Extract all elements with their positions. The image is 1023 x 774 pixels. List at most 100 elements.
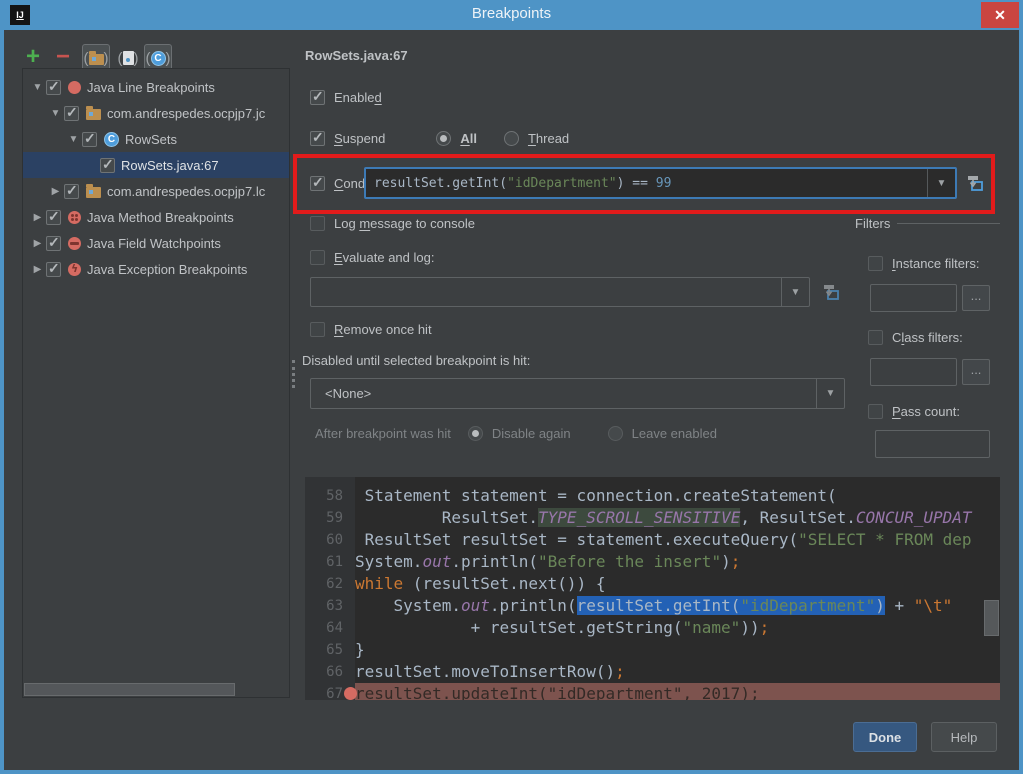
- suspend-checkbox[interactable]: [310, 131, 325, 146]
- dialog-title: Breakpoints: [0, 5, 1023, 22]
- tree-horizontal-scrollbar[interactable]: [24, 683, 235, 696]
- tree-item[interactable]: ▼com.andrespedes.ocpjp7.jc: [23, 100, 289, 126]
- code-line: 65}: [305, 639, 1000, 661]
- breakpoint-dot-icon[interactable]: [344, 687, 357, 700]
- tree-item[interactable]: ▶com.andrespedes.ocpjp7.lc: [23, 178, 289, 204]
- code-line: 58 Statement statement = connection.crea…: [305, 485, 1000, 507]
- code-vertical-scrollbar[interactable]: [984, 600, 999, 636]
- instance-filters-more-button[interactable]: ...: [962, 285, 990, 311]
- code-text: Statement statement = connection.createS…: [355, 485, 1000, 507]
- remove-once-hit-checkbox[interactable]: [310, 322, 325, 337]
- leave-enabled-radio[interactable]: [608, 426, 623, 441]
- class-filters-checkbox[interactable]: [868, 330, 883, 345]
- code-line: 59 ResultSet.TYPE_SCROLL_SENSITIVE, Resu…: [305, 507, 1000, 529]
- expand-editor-icon[interactable]: [818, 279, 844, 305]
- remove-once-hit-label: Remove once hit: [334, 322, 432, 337]
- class-filters-input[interactable]: [870, 358, 957, 386]
- tree-item[interactable]: ▼ Java Line Breakpoints: [23, 74, 289, 100]
- code-line: 60 ResultSet resultSet = statement.execu…: [305, 529, 1000, 551]
- field-watchpoint-icon: [68, 237, 81, 250]
- tree-item-label: Java Field Watchpoints: [87, 236, 221, 251]
- line-number[interactable]: 65: [305, 639, 355, 661]
- disabled-until-label: Disabled until selected breakpoint is hi…: [302, 353, 530, 368]
- splitter-handle[interactable]: [292, 360, 295, 388]
- chevron-collapsed-icon[interactable]: ▶: [29, 212, 46, 223]
- code-line: 64 + resultSet.getString("name"));: [305, 617, 1000, 639]
- help-button[interactable]: Help: [931, 722, 997, 752]
- chevron-collapsed-icon[interactable]: ▶: [29, 238, 46, 249]
- line-number[interactable]: 58: [305, 485, 355, 507]
- tree-item-checkbox[interactable]: [46, 210, 61, 225]
- chevron-collapsed-icon[interactable]: ▶: [47, 186, 64, 197]
- condition-checkbox[interactable]: [310, 176, 325, 191]
- evaluate-and-log-checkbox[interactable]: [310, 250, 325, 265]
- suspend-all-radio[interactable]: [436, 131, 451, 146]
- close-icon[interactable]: ✕: [981, 2, 1019, 28]
- line-number[interactable]: 66: [305, 661, 355, 683]
- exception-breakpoint-icon: [68, 263, 81, 276]
- code-text: ResultSet.TYPE_SCROLL_SENSITIVE, ResultS…: [355, 507, 1000, 529]
- tree-item[interactable]: ▶Java Exception Breakpoints: [23, 256, 289, 282]
- condition-combobox[interactable]: resultSet.getInt("idDepartment") == 99 ▼: [364, 167, 957, 199]
- instance-filters-checkbox[interactable]: [868, 256, 883, 271]
- tree-item-checkbox[interactable]: [64, 184, 79, 199]
- tree-item-checkbox[interactable]: [46, 80, 61, 95]
- pass-count-input[interactable]: [875, 430, 990, 458]
- evaluate-combobox[interactable]: ▼: [310, 277, 810, 307]
- add-breakpoint-button[interactable]: +: [26, 46, 40, 68]
- leave-enabled-label: Leave enabled: [632, 426, 717, 441]
- suspend-thread-label: Thread: [528, 131, 569, 146]
- chevron-expanded-icon[interactable]: ▼: [47, 108, 64, 119]
- disabled-until-combobox[interactable]: <None> ▼: [310, 378, 845, 409]
- tree-item-checkbox[interactable]: [100, 158, 115, 173]
- tree-item-checkbox[interactable]: [64, 106, 79, 121]
- chevron-expanded-icon[interactable]: ▼: [65, 134, 82, 145]
- suspend-thread-radio[interactable]: [504, 131, 519, 146]
- tree-item[interactable]: ▶Java Method Breakpoints: [23, 204, 289, 230]
- expand-editor-icon[interactable]: [962, 170, 988, 196]
- line-number[interactable]: 60: [305, 529, 355, 551]
- chevron-down-icon[interactable]: ▼: [781, 278, 809, 306]
- chevron-down-icon[interactable]: ▼: [927, 169, 955, 197]
- tree-item-label: RowSets: [125, 132, 177, 147]
- method-breakpoint-icon: [68, 211, 81, 224]
- code-line: 67resultSet.updateInt("idDepartment", 20…: [305, 683, 1000, 700]
- tree-item-checkbox[interactable]: [46, 262, 61, 277]
- code-line: 62while (resultSet.next()) {: [305, 573, 1000, 595]
- tree-item[interactable]: ▼ C RowSets: [23, 126, 289, 152]
- filters-section-header: Filters: [855, 216, 1000, 231]
- tree-item[interactable]: RowSets.java:67: [23, 152, 289, 178]
- tree-item-label: Java Line Breakpoints: [87, 80, 215, 95]
- breakpoints-dialog: IJ Breakpoints ✕ + − () () (C) ▼Java Lin…: [0, 0, 1023, 774]
- instance-filters-label: Instance filters:: [892, 256, 979, 271]
- chevron-down-icon[interactable]: ▼: [816, 379, 844, 408]
- enabled-checkbox[interactable]: [310, 90, 325, 105]
- line-number[interactable]: 64: [305, 617, 355, 639]
- class-filters-more-button[interactable]: ...: [962, 359, 990, 385]
- tree-item-checkbox[interactable]: [46, 236, 61, 251]
- disable-again-radio[interactable]: [468, 426, 483, 441]
- pass-count-checkbox[interactable]: [868, 404, 883, 419]
- instance-filters-input[interactable]: [870, 284, 957, 312]
- tree-item[interactable]: ▶ Java Field Watchpoints: [23, 230, 289, 256]
- disabled-until-value[interactable]: <None>: [311, 386, 816, 401]
- class-icon: C: [104, 132, 119, 147]
- code-line: 61System.out.println("Before the insert"…: [305, 551, 1000, 573]
- clipped-previous-line: [305, 477, 1000, 485]
- line-number[interactable]: 67: [305, 683, 355, 700]
- chevron-expanded-icon[interactable]: ▼: [29, 82, 46, 93]
- log-message-checkbox[interactable]: [310, 216, 325, 231]
- line-number[interactable]: 63: [305, 595, 355, 617]
- line-number[interactable]: 61: [305, 551, 355, 573]
- tree-item-checkbox[interactable]: [82, 132, 97, 147]
- chevron-collapsed-icon[interactable]: ▶: [29, 264, 46, 275]
- done-button[interactable]: Done: [853, 722, 917, 752]
- log-message-label: Log message to console: [334, 216, 475, 231]
- enabled-label: Enabled: [334, 90, 382, 105]
- remove-breakpoint-button[interactable]: −: [56, 46, 70, 68]
- code-line: 63 System.out.println(resultSet.getInt("…: [305, 595, 1000, 617]
- line-number[interactable]: 62: [305, 573, 355, 595]
- folder-icon: [89, 54, 104, 65]
- line-number[interactable]: 59: [305, 507, 355, 529]
- condition-value[interactable]: resultSet.getInt("idDepartment") == 99: [366, 176, 927, 191]
